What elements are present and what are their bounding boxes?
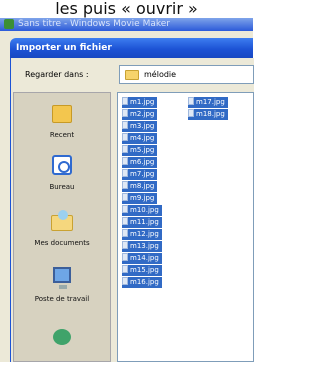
- file-item[interactable]: m15.jpg: [122, 265, 162, 276]
- import-dialog: Regarder dans : mélodie Recent Bureau Me…: [10, 58, 254, 362]
- image-file-icon: [122, 145, 128, 153]
- file-item[interactable]: m16.jpg: [122, 277, 162, 288]
- image-file-icon: [122, 277, 128, 285]
- image-file-icon: [122, 241, 128, 249]
- file-item[interactable]: m9.jpg: [122, 193, 158, 204]
- file-item[interactable]: m3.jpg: [122, 121, 158, 132]
- image-file-icon: [122, 205, 128, 213]
- place-label: Recent: [49, 131, 75, 139]
- folder-icon: [125, 70, 139, 80]
- movie-maker-window: Sans titre - Windows Movie Maker Importe…: [0, 18, 254, 362]
- file-item[interactable]: m1.jpg: [122, 97, 158, 108]
- place-network[interactable]: [14, 325, 110, 383]
- place-desktop[interactable]: Bureau: [14, 153, 110, 211]
- my-documents-icon: [51, 210, 73, 231]
- image-file-icon: [188, 109, 194, 117]
- file-item[interactable]: m7.jpg: [122, 169, 158, 180]
- look-in-value: mélodie: [144, 70, 177, 79]
- dialog-title: Importer un fichier: [16, 43, 112, 53]
- movie-maker-icon: [4, 19, 14, 29]
- file-item[interactable]: m18.jpg: [188, 109, 228, 120]
- look-in-label: Regarder dans :: [25, 70, 89, 79]
- image-file-icon: [122, 229, 128, 237]
- image-file-icon: [122, 181, 128, 189]
- file-item[interactable]: m2.jpg: [122, 109, 158, 120]
- file-item[interactable]: m11.jpg: [122, 217, 162, 228]
- main-titlebar[interactable]: Sans titre - Windows Movie Maker: [0, 18, 253, 31]
- image-file-icon: [122, 121, 128, 129]
- image-file-icon: [122, 169, 128, 177]
- file-item[interactable]: m5.jpg: [122, 145, 158, 156]
- file-item[interactable]: m8.jpg: [122, 181, 158, 192]
- file-item[interactable]: m4.jpg: [122, 133, 158, 144]
- network-icon: [53, 329, 71, 345]
- dialog-titlebar[interactable]: Importer un fichier: [10, 38, 253, 58]
- main-window-title: Sans titre - Windows Movie Maker: [18, 19, 170, 29]
- file-list[interactable]: m1.jpg m2.jpg m3.jpg m4.jpg m5.jpg m6.jp…: [117, 92, 254, 362]
- image-file-icon: [122, 97, 128, 105]
- file-item[interactable]: m13.jpg: [122, 241, 162, 252]
- image-file-icon: [122, 193, 128, 201]
- place-label: Mes documents: [34, 239, 90, 247]
- image-file-icon: [122, 109, 128, 117]
- image-file-icon: [122, 157, 128, 165]
- image-file-icon: [122, 265, 128, 273]
- image-file-icon: [122, 217, 128, 225]
- file-item[interactable]: m12.jpg: [122, 229, 162, 240]
- place-label: Poste de travail: [34, 295, 90, 303]
- file-item[interactable]: m6.jpg: [122, 157, 158, 168]
- image-file-icon: [122, 253, 128, 261]
- place-my-computer[interactable]: Poste de travail: [14, 265, 110, 323]
- file-item[interactable]: m14.jpg: [122, 253, 162, 264]
- my-computer-icon: [53, 267, 71, 289]
- desktop-icon: [52, 155, 72, 175]
- recent-folder-icon: [52, 105, 72, 123]
- place-label: Bureau: [49, 183, 75, 191]
- place-my-documents[interactable]: Mes documents: [14, 209, 110, 267]
- image-file-icon: [122, 133, 128, 141]
- place-recent[interactable]: Recent: [14, 101, 110, 159]
- file-item[interactable]: m17.jpg: [188, 97, 228, 108]
- places-bar: Recent Bureau Mes documents Poste de tra…: [13, 92, 111, 362]
- image-file-icon: [188, 97, 194, 105]
- file-item[interactable]: m10.jpg: [122, 205, 162, 216]
- look-in-dropdown[interactable]: mélodie: [119, 65, 254, 84]
